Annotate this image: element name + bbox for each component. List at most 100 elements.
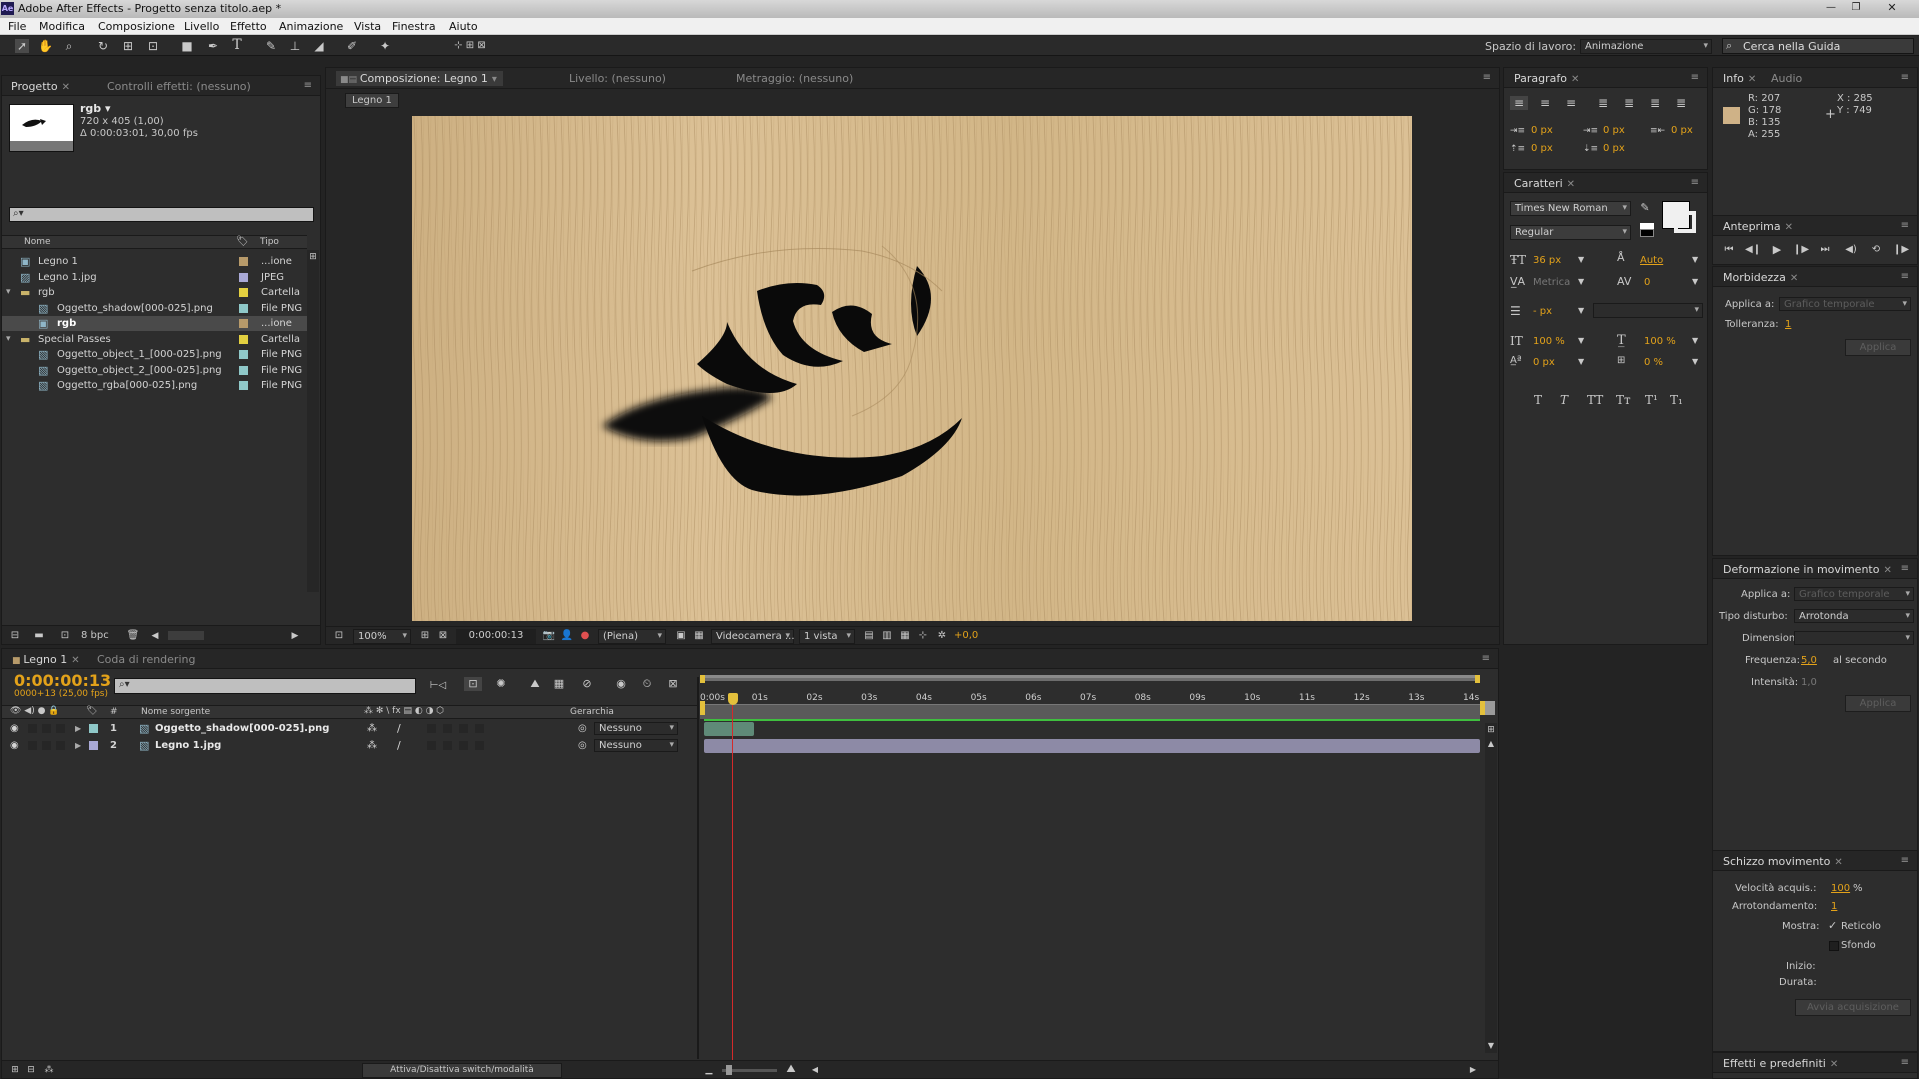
- comp-flowchart-icon[interactable]: ⊞: [1485, 723, 1497, 737]
- visibility-eye-icon[interactable]: ◉: [10, 738, 19, 753]
- bit-depth-button[interactable]: 8 bpc: [81, 630, 109, 641]
- superscript-button[interactable]: T¹: [1645, 393, 1658, 407]
- col-name-header[interactable]: Nome: [24, 237, 51, 247]
- resolution-select[interactable]: (Piena): [598, 629, 666, 644]
- menu-window[interactable]: Finestra: [392, 20, 436, 33]
- flowchart-icon[interactable]: ⊞: [307, 250, 319, 264]
- kerning-value[interactable]: Metrica: [1533, 277, 1570, 288]
- leading-value[interactable]: Auto: [1640, 255, 1663, 266]
- panel-menu-icon[interactable]: ≡: [1901, 855, 1909, 866]
- menu-effect[interactable]: Effetto: [230, 20, 267, 33]
- lock-toggle[interactable]: [56, 724, 65, 733]
- time-ruler[interactable]: 0:00s 01s 02s 03s 04s 05s 06s 07s 08s 09s 10s 11s 12…: [700, 675, 1480, 719]
- dropdown-arrow-icon[interactable]: ▼: [1692, 277, 1698, 286]
- panel-menu-icon[interactable]: ≡: [1901, 220, 1909, 231]
- menu-help[interactable]: Aiuto: [449, 20, 478, 33]
- smoother-apply-button[interactable]: Applica: [1845, 339, 1911, 356]
- indent-first-value[interactable]: 0 px: [1603, 125, 1625, 136]
- col-source-header[interactable]: Nome sorgente: [141, 707, 210, 717]
- justify-center-icon[interactable]: ≣: [1620, 96, 1638, 110]
- baseline-shift-value[interactable]: 0 px: [1533, 357, 1555, 368]
- blend-switch[interactable]: [443, 741, 452, 750]
- label-color-swatch[interactable]: [239, 334, 248, 344]
- wiggler-intensity-value[interactable]: 1,0: [1801, 677, 1817, 688]
- panel-menu-icon[interactable]: ≡: [1691, 72, 1699, 83]
- composition-canvas[interactable]: [412, 116, 1412, 621]
- layer-duration-bar[interactable]: [704, 739, 1480, 753]
- work-area-start-marker[interactable]: [700, 701, 705, 715]
- font-size-value[interactable]: 36 px: [1533, 255, 1561, 266]
- faux-italic-button[interactable]: T: [1560, 393, 1568, 407]
- twirl-right-icon[interactable]: ▶: [75, 721, 81, 736]
- color-channels-icon[interactable]: ●: [578, 629, 592, 643]
- last-frame-icon[interactable]: ⏭: [1817, 243, 1833, 257]
- quality-switch-icon[interactable]: /: [397, 721, 401, 736]
- project-scrollbar[interactable]: ⊞: [307, 250, 319, 592]
- help-search-field[interactable]: ⌕ Cerca nella Guida: [1722, 38, 1914, 54]
- interpret-footage-icon[interactable]: ⊟: [8, 629, 22, 643]
- twirl-down-icon[interactable]: ▾: [6, 332, 11, 347]
- lock-toggle[interactable]: [56, 741, 65, 750]
- first-frame-icon[interactable]: ⏮: [1721, 243, 1737, 257]
- tab-character[interactable]: Caratteri ✕: [1514, 176, 1575, 191]
- project-item[interactable]: ▧ Oggetto_shadow[000-025].png File PNG: [2, 301, 307, 316]
- twirl-right-icon[interactable]: ▶: [75, 738, 81, 753]
- label-color-swatch[interactable]: [239, 350, 248, 359]
- menu-view[interactable]: Vista: [354, 20, 381, 33]
- eraser-tool-icon[interactable]: ◢: [312, 39, 326, 53]
- loop-icon[interactable]: ⟲: [1868, 243, 1884, 257]
- label-color-swatch[interactable]: [239, 272, 248, 282]
- space-before-value[interactable]: 0 px: [1531, 143, 1553, 154]
- stroke-style-select[interactable]: [1593, 303, 1703, 318]
- comp-button-right[interactable]: [1485, 701, 1495, 715]
- timeline-vscroll[interactable]: ⊞ ▲ ▼: [1485, 723, 1497, 1053]
- graph-editor-icon[interactable]: ⏲: [638, 677, 656, 691]
- hand-tool-icon[interactable]: ✋: [38, 39, 53, 53]
- checkerboard-icon[interactable]: ▦: [692, 629, 706, 643]
- camera-select[interactable]: Videocamera ...: [711, 629, 795, 644]
- tab-layer[interactable]: Livello: (nessuno): [569, 71, 666, 86]
- current-time-indicator[interactable]: [726, 677, 740, 1060]
- flowchart-view-icon[interactable]: ⊹: [916, 629, 930, 643]
- fx-switch[interactable]: [427, 724, 436, 733]
- align-left-icon[interactable]: ≡: [1510, 96, 1528, 110]
- comp-mini-flowchart-icon[interactable]: ⊢◁: [427, 679, 449, 693]
- audio-toggle[interactable]: [28, 724, 37, 733]
- visibility-eye-icon[interactable]: ◉: [10, 721, 19, 736]
- menu-file[interactable]: File: [8, 20, 26, 33]
- blend-switch[interactable]: [443, 724, 452, 733]
- trash-icon[interactable]: 🗑: [126, 629, 140, 643]
- solo-toggle[interactable]: [42, 724, 51, 733]
- tab-info[interactable]: Info ✕: [1723, 71, 1756, 86]
- vertical-scale-value[interactable]: 100 %: [1533, 336, 1565, 347]
- zoom-in-icon[interactable]: ⛰: [784, 1062, 798, 1076]
- mute-audio-icon[interactable]: ◀): [1843, 243, 1859, 257]
- adjust-switch[interactable]: [459, 724, 468, 733]
- justify-left-icon[interactable]: ≣: [1594, 96, 1612, 110]
- panel-menu-icon[interactable]: ≡: [1901, 563, 1909, 574]
- dropdown-arrow-icon[interactable]: ▼: [1578, 255, 1584, 264]
- lock-icon[interactable]: ■▤: [340, 75, 360, 85]
- timeline-timecode[interactable]: 0:00:00:13: [14, 671, 111, 690]
- dropdown-arrow-icon[interactable]: ▼: [1578, 277, 1584, 286]
- pick-whip-icon[interactable]: ◎: [578, 721, 587, 736]
- brush-tool-icon[interactable]: ✎: [264, 39, 278, 53]
- type-tool-icon[interactable]: T: [230, 38, 244, 52]
- next-frame-icon[interactable]: ❙▶: [1793, 243, 1809, 257]
- panel-menu-icon[interactable]: ≡: [1691, 177, 1699, 188]
- dropdown-arrow-icon[interactable]: ▼: [1578, 357, 1584, 366]
- tab-paragraph[interactable]: Paragrafo ✕: [1514, 71, 1579, 86]
- indent-left-value[interactable]: 0 px: [1531, 125, 1553, 136]
- timeline-divider[interactable]: [697, 677, 699, 1059]
- font-family-select[interactable]: Times New Roman: [1510, 201, 1631, 216]
- menu-layer[interactable]: Livello: [184, 20, 219, 33]
- fx-switch[interactable]: [427, 741, 436, 750]
- project-item[interactable]: ▣ rgb ...ione: [2, 316, 307, 331]
- project-search-input[interactable]: ⌕▾: [9, 207, 314, 222]
- background-checkbox[interactable]: [1829, 941, 1839, 951]
- toggle-switches-modes-button[interactable]: Attiva/Disattiva switch/modalità: [362, 1063, 562, 1078]
- current-time-display[interactable]: 0:00:00:13: [456, 629, 536, 644]
- selection-tool-icon[interactable]: ➚: [15, 39, 29, 53]
- threed-switch[interactable]: [475, 741, 484, 750]
- tab-composition[interactable]: ■▤ Composizione: Legno 1 ▾: [336, 71, 503, 86]
